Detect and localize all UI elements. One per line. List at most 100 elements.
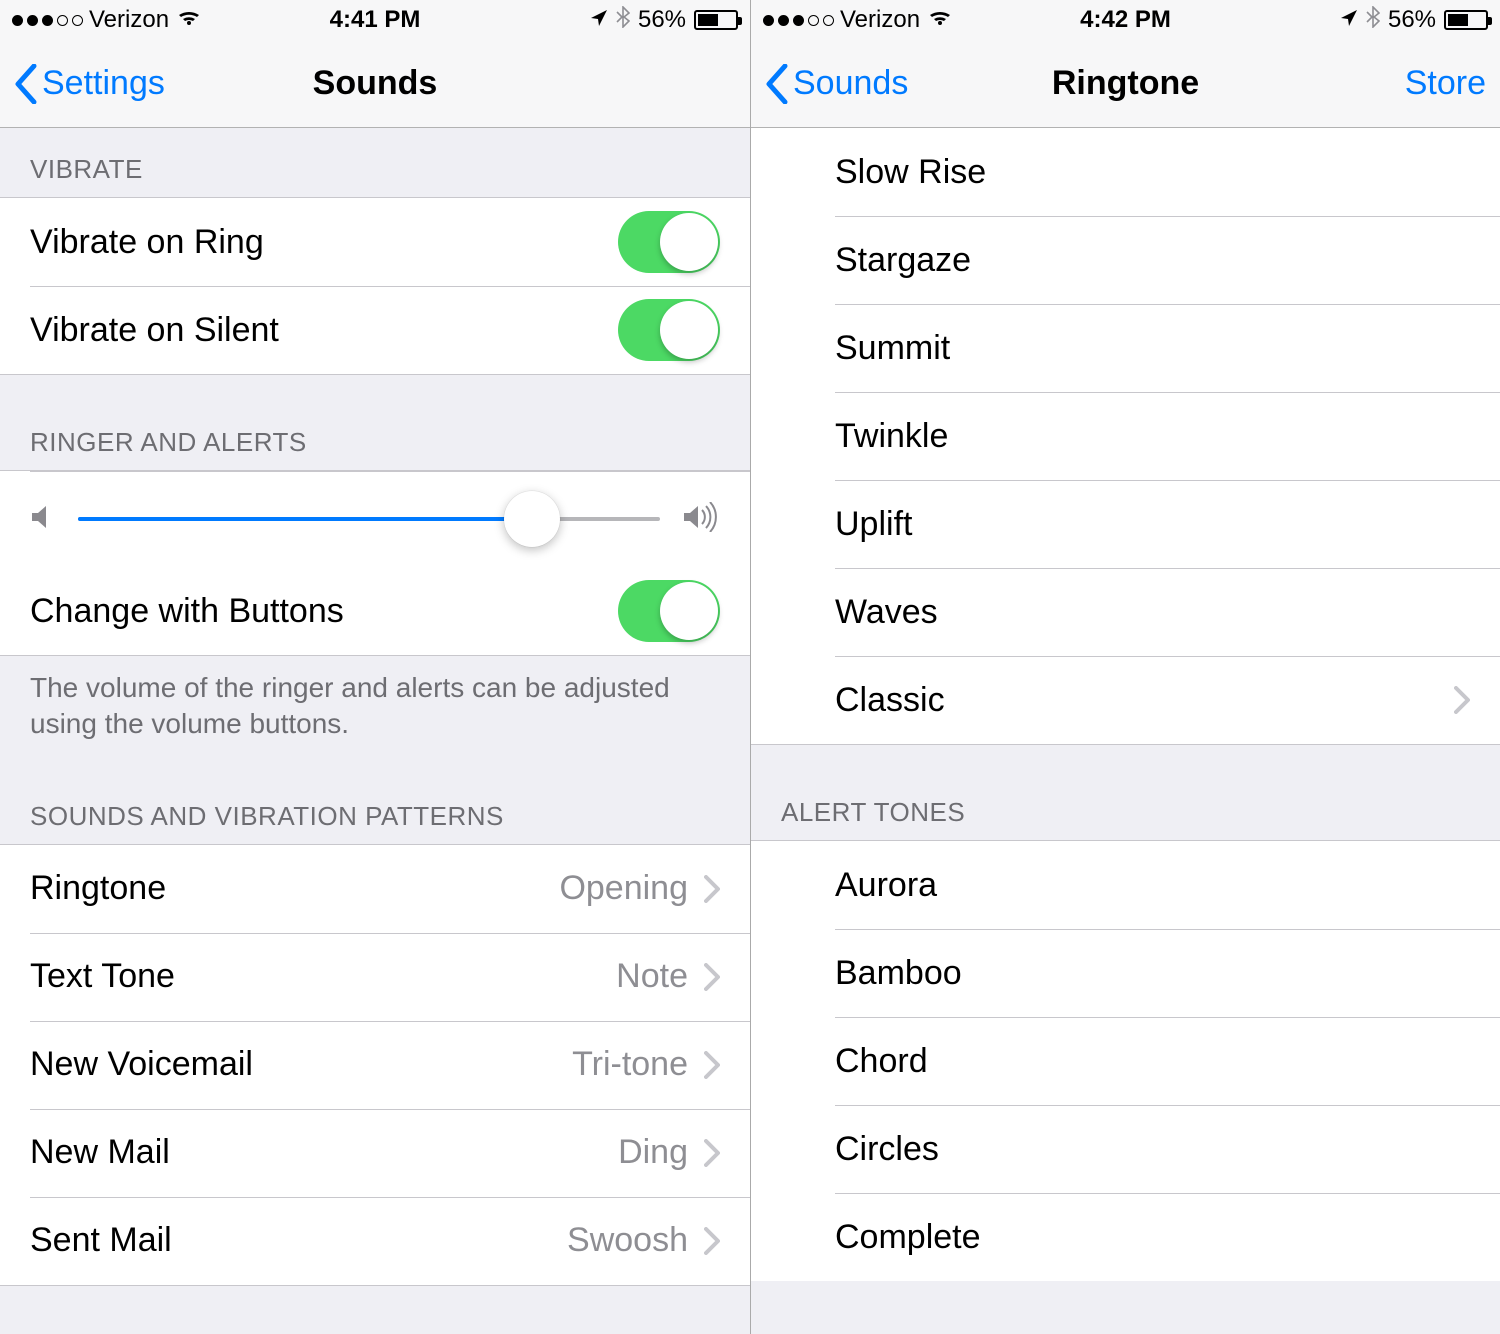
ringtones-group: Slow Rise Stargaze Summit Twinkle Uplift Wave… [751,128,1500,745]
nav-bar: Sounds Ringtone Store [751,40,1500,128]
alert-tone-row-aurora[interactable]: Aurora [751,841,1500,929]
ringtone-row-twinkle[interactable]: Twinkle [751,392,1500,480]
status-bar: Verizon 4:42 PM 56% [751,0,1500,40]
alert-tone-row-chord[interactable]: Chord [751,1017,1500,1105]
cell-value: Ding [618,1133,688,1172]
ringtone-row-waves[interactable]: Waves [751,568,1500,656]
cell-label: Ringtone [30,869,166,908]
patterns-group: Ringtone Opening Text Tone Note New Voicemai… [0,844,750,1286]
nav-bar: Settings Sounds [0,40,750,128]
carrier-name: Verizon [840,6,920,34]
cell-value: Swoosh [567,1221,688,1260]
content: Vibrate Vibrate on Ring Vibrate on Silen… [0,128,750,1334]
alert-tones-group: Aurora Bamboo Chord Circles Complete [751,840,1500,1281]
cell-label: Bamboo [835,954,962,993]
chevron-left-icon [14,64,38,104]
toggle-switch[interactable] [618,211,720,273]
cell-label: Uplift [835,505,912,544]
ringtone-screen: Verizon 4:42 PM 56% Sounds Ringtone Stor… [750,0,1500,1334]
status-left: Verizon [763,6,1080,34]
ringtone-row-uplift[interactable]: Uplift [751,480,1500,568]
status-time: 4:42 PM [1080,6,1171,34]
location-icon [1340,6,1358,34]
cell-label: Classic [835,681,945,720]
cell-label: Slow Rise [835,153,986,192]
back-label: Sounds [793,64,908,103]
chevron-right-icon [704,1227,720,1255]
cell-label: Waves [835,593,938,632]
alert-tone-row-circles[interactable]: Circles [751,1105,1500,1193]
sounds-settings-screen: Verizon 4:41 PM 56% Settings Sounds Vibr… [0,0,750,1334]
section-header-vibrate: Vibrate [0,128,750,197]
battery-percent: 56% [638,6,686,34]
volume-slider-row[interactable] [0,471,750,567]
bluetooth-icon [1366,6,1380,35]
cell-label: Text Tone [30,957,175,996]
cell-label: Change with Buttons [30,592,344,631]
cell-label: Complete [835,1218,981,1257]
cell-label: Twinkle [835,417,948,456]
store-button[interactable]: Store [1405,64,1486,103]
chevron-right-icon [704,1139,720,1167]
chevron-left-icon [765,64,789,104]
patterns-row-text-tone[interactable]: Text Tone Note [0,933,750,1021]
section-footer: The volume of the ringer and alerts can … [0,656,750,749]
battery-percent: 56% [1388,6,1436,34]
battery-icon [1444,10,1488,30]
cell-label: Aurora [835,866,937,905]
bluetooth-icon [616,6,630,35]
section-header-ringer: Ringer and Alerts [0,375,750,470]
chevron-right-icon [1454,686,1470,714]
patterns-row-new-voicemail[interactable]: New Voicemail Tri-tone [0,1021,750,1109]
ringtone-row-slow-rise[interactable]: Slow Rise [751,128,1500,216]
content: Slow Rise Stargaze Summit Twinkle Uplift Wave… [751,128,1500,1334]
status-right: 56% [1171,6,1488,35]
patterns-row-ringtone[interactable]: Ringtone Opening [0,845,750,933]
cell-value: Note [616,957,688,996]
cell-value: Tri-tone [572,1045,688,1084]
toggle-switch[interactable] [618,580,720,642]
volume-high-icon [682,502,720,537]
location-icon [590,6,608,34]
cell-label: Sent Mail [30,1221,172,1260]
back-button[interactable]: Settings [14,64,165,104]
patterns-row-new-mail[interactable]: New MailDing [0,1109,750,1197]
toggle-switch[interactable] [618,299,720,361]
ringer-group: Change with Buttons [0,470,750,656]
back-button[interactable]: Sounds [765,64,908,104]
section-header-alert-tones: Alert Tones [751,745,1500,840]
back-label: Settings [42,64,165,103]
cell-value: Opening [559,869,688,908]
volume-slider[interactable] [78,517,660,521]
ringtone-row-summit[interactable]: Summit [751,304,1500,392]
status-left: Verizon [12,6,330,34]
cell-label: Vibrate on Ring [30,223,264,262]
ringtone-row-stargaze[interactable]: Stargaze [751,216,1500,304]
status-right: 56% [420,6,738,35]
vibrate-on-silent-row[interactable]: Vibrate on Silent [0,286,750,374]
ringtone-row-classic[interactable]: Classic [751,656,1500,744]
cell-label: Vibrate on Silent [30,311,279,350]
cell-label: Chord [835,1042,928,1081]
section-header-patterns: Sounds and Vibration Patterns [0,749,750,844]
wifi-icon [175,6,203,34]
cell-label: Circles [835,1130,939,1169]
signal-strength-icon [12,15,83,26]
patterns-row-sent-mail[interactable]: Sent Mail Swoosh [0,1197,750,1285]
chevron-right-icon [704,1051,720,1079]
status-time: 4:41 PM [330,6,421,34]
volume-low-icon [30,502,56,537]
cell-label: Stargaze [835,241,971,280]
carrier-name: Verizon [89,6,169,34]
battery-icon [694,10,738,30]
chevron-right-icon [704,875,720,903]
cell-label: New Voicemail [30,1045,253,1084]
cell-label: Summit [835,329,950,368]
alert-tone-row-complete[interactable]: Complete [751,1193,1500,1281]
chevron-right-icon [704,963,720,991]
alert-tone-row-bamboo[interactable]: Bamboo [751,929,1500,1017]
vibrate-group: Vibrate on Ring Vibrate on Silent [0,197,750,375]
vibrate-on-ring-row[interactable]: Vibrate on Ring [0,198,750,286]
status-bar: Verizon 4:41 PM 56% [0,0,750,40]
change-with-buttons-row[interactable]: Change with Buttons [0,567,750,655]
